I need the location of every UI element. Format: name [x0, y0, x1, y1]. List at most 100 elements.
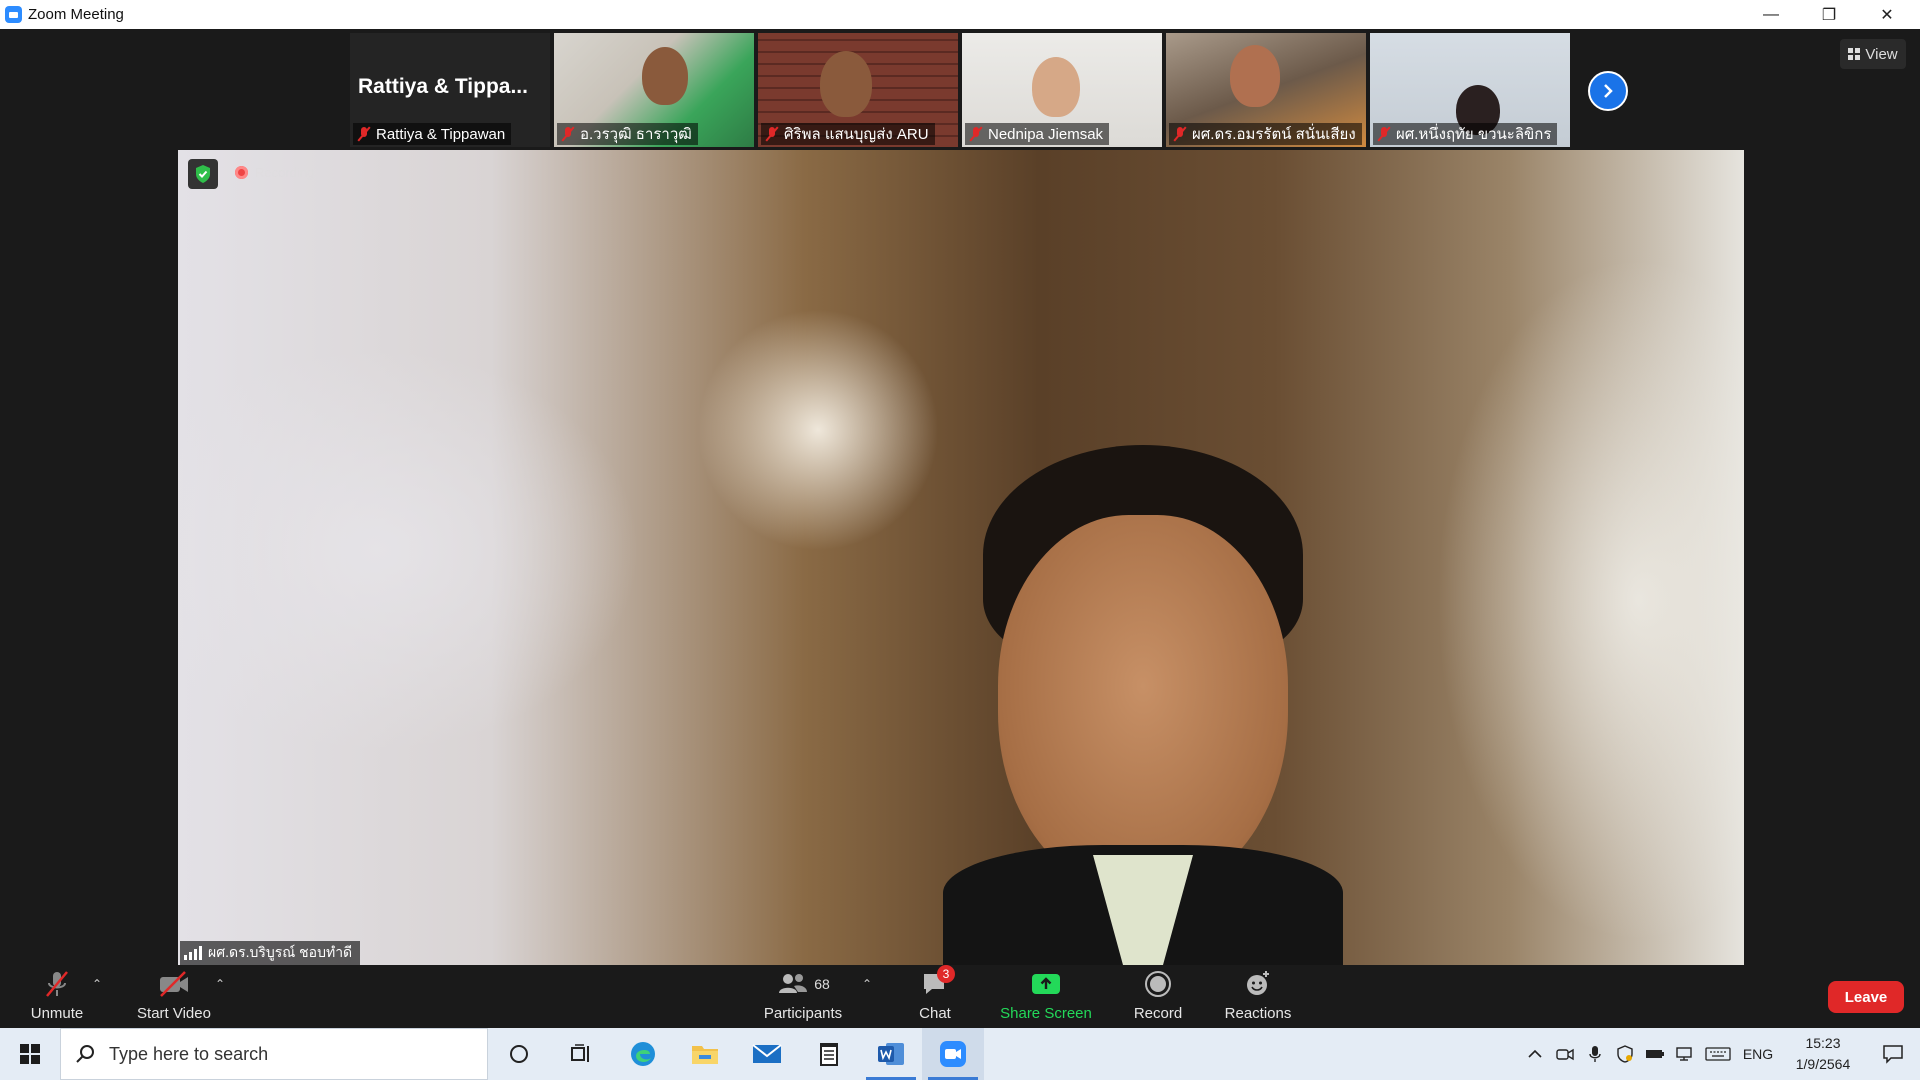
participants-label: Participants — [763, 1005, 843, 1022]
edge-button[interactable] — [612, 1028, 674, 1080]
edge-icon — [631, 1042, 655, 1066]
participants-icon — [779, 974, 808, 993]
search-placeholder: Type here to search — [109, 1043, 269, 1064]
chat-unread-badge: 3 — [937, 965, 955, 983]
participant-video — [1230, 45, 1280, 107]
word-button[interactable] — [860, 1028, 922, 1080]
window-title: Zoom Meeting — [28, 6, 124, 23]
participant-video — [642, 47, 688, 105]
reactions-smiley-icon — [1240, 969, 1276, 999]
active-speaker-video: Recording ผศ.ดร.บริบูรณ์ ชอบทำดี — [178, 150, 1744, 965]
reactions-button[interactable]: Reactions — [1222, 965, 1294, 1028]
participant-nametag: Nednipa Jiemsak — [965, 123, 1110, 145]
record-button[interactable]: Record — [1130, 965, 1186, 1028]
meeting-stage: Rattiya & Tippa... Rattiya & Tippawan อ.… — [0, 29, 1920, 965]
participant-nametag: ผศ.หนึ่งฤทัย ขวนะลิขิกร — [1373, 123, 1558, 145]
word-icon — [878, 1043, 904, 1065]
cortana-icon — [510, 1045, 528, 1063]
start-button[interactable] — [0, 1028, 60, 1080]
mic-muted-icon — [39, 969, 75, 999]
battery-icon[interactable] — [1640, 1028, 1670, 1080]
touch-keyboard-icon[interactable] — [1700, 1028, 1736, 1080]
participant-video — [1032, 57, 1080, 117]
participant-tile[interactable]: ศิริพล แสนบุญส่ง ARU — [758, 33, 958, 147]
mic-muted-icon — [1377, 126, 1391, 142]
start-video-label: Start Video — [137, 1005, 211, 1022]
meet-now-icon[interactable] — [1550, 1028, 1580, 1080]
action-center-icon[interactable] — [1866, 1028, 1920, 1080]
share-screen-icon — [1028, 969, 1064, 999]
taskbar-search-box[interactable]: Type here to search — [60, 1028, 488, 1080]
participants-button[interactable]: 68 Participants — [760, 965, 846, 1028]
search-icon — [76, 1045, 94, 1063]
notepad-icon — [820, 1043, 838, 1066]
unmute-button[interactable]: Unmute — [22, 965, 92, 1028]
mic-muted-icon — [969, 126, 983, 142]
participant-tile[interactable]: Rattiya & Tippa... Rattiya & Tippawan — [350, 33, 550, 147]
participant-name: ผศ.ดร.อมรรัตน์ สนั่นเสียง — [1192, 126, 1356, 143]
video-options-caret-icon[interactable]: ⌃ — [215, 977, 229, 991]
task-view-icon — [571, 1044, 589, 1062]
signal-strength-icon — [184, 946, 202, 960]
recording-label: Recording — [255, 165, 315, 180]
restore-icon: ❐ — [1821, 6, 1837, 24]
participant-nametag: อ.วรวุฒิ ธาราวุฒิ — [557, 123, 698, 145]
file-explorer-button[interactable] — [674, 1028, 736, 1080]
chat-button[interactable]: 3 Chat — [910, 965, 960, 1028]
participant-tile[interactable]: อ.วรวุฒิ ธาราวุฒิ — [554, 33, 754, 147]
network-icon[interactable] — [1670, 1028, 1700, 1080]
chat-label: Chat — [919, 1005, 951, 1022]
next-page-button[interactable] — [1588, 71, 1628, 111]
minimize-icon: — — [1763, 5, 1779, 23]
close-icon: ✕ — [1880, 6, 1894, 24]
audio-options-caret-icon[interactable]: ⌃ — [92, 977, 106, 991]
windows-logo-icon — [20, 1044, 40, 1064]
gallery-strip: Rattiya & Tippa... Rattiya & Tippawan อ.… — [350, 33, 1574, 147]
zoom-button[interactable] — [922, 1028, 984, 1080]
record-label: Record — [1133, 1005, 1183, 1022]
chat-icon: 3 — [917, 965, 955, 999]
mic-muted-icon — [765, 126, 779, 142]
share-screen-button[interactable]: Share Screen — [996, 965, 1096, 1028]
restore-button[interactable]: ❐ — [1800, 0, 1858, 29]
security-shield-icon[interactable] — [1610, 1028, 1640, 1080]
mail-icon — [752, 1044, 782, 1063]
recording-dot-icon — [235, 166, 248, 179]
input-language[interactable]: ENG — [1736, 1028, 1780, 1080]
cortana-button[interactable] — [488, 1028, 550, 1080]
windows-taskbar: Type here to search ENG 15:23 1/9/2564 — [0, 1028, 1920, 1080]
system-tray: ENG 15:23 1/9/2564 — [1520, 1028, 1920, 1080]
participant-nametag: ศิริพล แสนบุญส่ง ARU — [761, 123, 935, 145]
start-video-button[interactable]: Start Video — [132, 965, 216, 1028]
leave-button[interactable]: Leave — [1828, 981, 1904, 1013]
encryption-shield-icon[interactable] — [188, 159, 218, 189]
taskbar-clock[interactable]: 15:23 1/9/2564 — [1780, 1033, 1866, 1075]
participant-video — [820, 51, 872, 117]
mic-muted-icon — [357, 126, 371, 142]
clock-time: 15:23 — [1805, 1035, 1841, 1051]
participant-name: Rattiya & Tippawan — [376, 125, 506, 143]
participant-name: ศิริพล แสนบุญส่ง ARU — [784, 126, 929, 143]
close-button[interactable]: ✕ — [1858, 0, 1916, 29]
speaker-name: ผศ.ดร.บริบูรณ์ ชอบทำดี — [208, 944, 353, 960]
unmute-label: Unmute — [30, 1005, 84, 1022]
participants-options-caret-icon[interactable]: ⌃ — [862, 977, 876, 991]
meeting-toolbar: Unmute ⌃ Start Video ⌃ 68 Participants ⌃… — [0, 965, 1920, 1028]
participant-name: Nednipa Jiemsak — [988, 125, 1104, 143]
task-view-button[interactable] — [550, 1028, 612, 1080]
participant-nametag: ผศ.ดร.อมรรัตน์ สนั่นเสียง — [1169, 123, 1362, 145]
participant-tile[interactable]: ผศ.หนึ่งฤทัย ขวนะลิขิกร — [1370, 33, 1570, 147]
participant-tile[interactable]: ผศ.ดร.อมรรัตน์ สนั่นเสียง — [1166, 33, 1366, 147]
mail-button[interactable] — [736, 1028, 798, 1080]
participant-name: ผศ.หนึ่งฤทัย ขวนะลิขิกร — [1396, 126, 1552, 143]
mic-muted-icon — [1173, 126, 1187, 142]
microphone-icon[interactable] — [1580, 1028, 1610, 1080]
view-label: View — [1865, 45, 1898, 63]
notepad-button[interactable] — [798, 1028, 860, 1080]
view-button[interactable]: View — [1840, 39, 1906, 69]
minimize-button[interactable]: — — [1742, 0, 1800, 29]
participants-count: 68 — [814, 976, 830, 992]
show-hidden-icons-chevron-icon[interactable] — [1520, 1028, 1550, 1080]
participant-tile[interactable]: Nednipa Jiemsak — [962, 33, 1162, 147]
recording-indicator: Recording — [235, 165, 314, 180]
